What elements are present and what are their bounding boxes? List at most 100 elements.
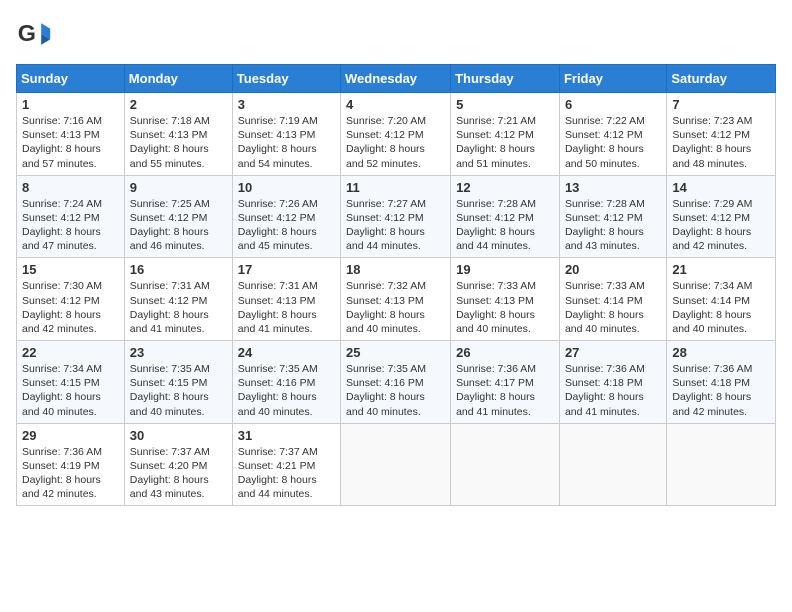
calendar-cell: 20 Sunrise: 7:33 AMSunset: 4:14 PMDayligh…	[559, 258, 666, 341]
cell-details: Sunrise: 7:29 AMSunset: 4:12 PMDaylight:…	[672, 197, 770, 254]
calendar-cell: 15 Sunrise: 7:30 AMSunset: 4:12 PMDayligh…	[17, 258, 125, 341]
day-number: 29	[22, 428, 119, 443]
logo-icon: G	[16, 16, 52, 52]
cell-details: Sunrise: 7:35 AMSunset: 4:16 PMDaylight:…	[238, 362, 335, 419]
logo: G	[16, 16, 56, 52]
calendar-cell: 27Sunrise: 7:36 AMSunset: 4:18 PMDayligh…	[559, 341, 666, 424]
column-header-friday: Friday	[559, 65, 666, 93]
day-number: 5	[456, 97, 554, 112]
day-number: 13	[565, 180, 661, 195]
cell-details: Sunrise: 7:22 AMSunset: 4:12 PMDaylight:…	[565, 114, 661, 171]
day-number: 7	[672, 97, 770, 112]
day-number: 18	[346, 262, 445, 277]
calendar-cell: 29Sunrise: 7:36 AMSunset: 4:19 PMDayligh…	[17, 423, 125, 506]
calendar-cell: 2 Sunrise: 7:18 AMSunset: 4:13 PMDaylight…	[124, 93, 232, 176]
day-number: 9	[130, 180, 227, 195]
day-number: 28	[672, 345, 770, 360]
calendar-cell: 1 Sunrise: 7:16 AMSunset: 4:13 PMDaylight…	[17, 93, 125, 176]
calendar-cell: 25 Sunrise: 7:35 AMSunset: 4:16 PMDayligh…	[341, 341, 451, 424]
cell-details: Sunrise: 7:30 AMSunset: 4:12 PMDaylight:…	[22, 279, 119, 336]
day-number: 30	[130, 428, 227, 443]
cell-details: Sunrise: 7:19 AMSunset: 4:13 PMDaylight:…	[238, 114, 335, 171]
cell-details: Sunrise: 7:36 AMSunset: 4:18 PMDaylight:…	[672, 362, 770, 419]
calendar-cell: 22 Sunrise: 7:34 AMSunset: 4:15 PMDayligh…	[17, 341, 125, 424]
calendar-cell	[451, 423, 560, 506]
cell-details: Sunrise: 7:21 AMSunset: 4:12 PMDaylight:…	[456, 114, 554, 171]
calendar-cell: 7 Sunrise: 7:23 AMSunset: 4:12 PMDaylight…	[667, 93, 776, 176]
column-header-thursday: Thursday	[451, 65, 560, 93]
day-number: 26	[456, 345, 554, 360]
column-header-monday: Monday	[124, 65, 232, 93]
cell-details: Sunrise: 7:35 AMSunset: 4:16 PMDaylight:…	[346, 362, 445, 419]
cell-details: Sunrise: 7:16 AMSunset: 4:13 PMDaylight:…	[22, 114, 119, 171]
svg-text:G: G	[18, 20, 36, 46]
calendar-cell: 3 Sunrise: 7:19 AMSunset: 4:13 PMDaylight…	[232, 93, 340, 176]
day-number: 16	[130, 262, 227, 277]
column-header-saturday: Saturday	[667, 65, 776, 93]
cell-details: Sunrise: 7:33 AMSunset: 4:14 PMDaylight:…	[565, 279, 661, 336]
cell-details: Sunrise: 7:20 AMSunset: 4:12 PMDaylight:…	[346, 114, 445, 171]
page-header: G	[16, 16, 776, 52]
cell-details: Sunrise: 7:28 AMSunset: 4:12 PMDaylight:…	[565, 197, 661, 254]
day-number: 17	[238, 262, 335, 277]
calendar-week-2: 8Sunrise: 7:24 AMSunset: 4:12 PMDaylight…	[17, 175, 776, 258]
cell-details: Sunrise: 7:28 AMSunset: 4:12 PMDaylight:…	[456, 197, 554, 254]
calendar-body: 1 Sunrise: 7:16 AMSunset: 4:13 PMDaylight…	[17, 93, 776, 506]
calendar-cell: 12 Sunrise: 7:28 AMSunset: 4:12 PMDayligh…	[451, 175, 560, 258]
day-number: 25	[346, 345, 445, 360]
calendar-cell: 10 Sunrise: 7:26 AMSunset: 4:12 PMDayligh…	[232, 175, 340, 258]
calendar-cell: 28 Sunrise: 7:36 AMSunset: 4:18 PMDayligh…	[667, 341, 776, 424]
calendar-cell: 9 Sunrise: 7:25 AMSunset: 4:12 PMDaylight…	[124, 175, 232, 258]
calendar-cell	[341, 423, 451, 506]
cell-details: Sunrise: 7:27 AMSunset: 4:12 PMDaylight:…	[346, 197, 445, 254]
cell-details: Sunrise: 7:23 AMSunset: 4:12 PMDaylight:…	[672, 114, 770, 171]
cell-details: Sunrise: 7:31 AMSunset: 4:13 PMDaylight:…	[238, 279, 335, 336]
calendar-cell: 6Sunrise: 7:22 AMSunset: 4:12 PMDaylight…	[559, 93, 666, 176]
calendar-cell: 23Sunrise: 7:35 AMSunset: 4:15 PMDayligh…	[124, 341, 232, 424]
calendar-week-1: 1 Sunrise: 7:16 AMSunset: 4:13 PMDaylight…	[17, 93, 776, 176]
day-number: 20	[565, 262, 661, 277]
calendar-header-row: SundayMondayTuesdayWednesdayThursdayFrid…	[17, 65, 776, 93]
day-number: 12	[456, 180, 554, 195]
day-number: 1	[22, 97, 119, 112]
calendar-cell: 13 Sunrise: 7:28 AMSunset: 4:12 PMDayligh…	[559, 175, 666, 258]
cell-details: Sunrise: 7:26 AMSunset: 4:12 PMDaylight:…	[238, 197, 335, 254]
day-number: 19	[456, 262, 554, 277]
calendar-cell: 16 Sunrise: 7:31 AMSunset: 4:12 PMDayligh…	[124, 258, 232, 341]
day-number: 14	[672, 180, 770, 195]
cell-details: Sunrise: 7:34 AMSunset: 4:15 PMDaylight:…	[22, 362, 119, 419]
day-number: 4	[346, 97, 445, 112]
calendar-week-5: 29Sunrise: 7:36 AMSunset: 4:19 PMDayligh…	[17, 423, 776, 506]
day-number: 11	[346, 180, 445, 195]
cell-details: Sunrise: 7:25 AMSunset: 4:12 PMDaylight:…	[130, 197, 227, 254]
cell-details: Sunrise: 7:37 AMSunset: 4:20 PMDaylight:…	[130, 445, 227, 502]
day-number: 31	[238, 428, 335, 443]
day-number: 22	[22, 345, 119, 360]
cell-details: Sunrise: 7:24 AMSunset: 4:12 PMDaylight:…	[22, 197, 119, 254]
calendar-cell: 8Sunrise: 7:24 AMSunset: 4:12 PMDaylight…	[17, 175, 125, 258]
calendar-cell: 17 Sunrise: 7:31 AMSunset: 4:13 PMDayligh…	[232, 258, 340, 341]
calendar-cell	[667, 423, 776, 506]
day-number: 10	[238, 180, 335, 195]
cell-details: Sunrise: 7:31 AMSunset: 4:12 PMDaylight:…	[130, 279, 227, 336]
cell-details: Sunrise: 7:18 AMSunset: 4:13 PMDaylight:…	[130, 114, 227, 171]
calendar-cell: 4 Sunrise: 7:20 AMSunset: 4:12 PMDaylight…	[341, 93, 451, 176]
calendar-cell: 24Sunrise: 7:35 AMSunset: 4:16 PMDayligh…	[232, 341, 340, 424]
day-number: 15	[22, 262, 119, 277]
day-number: 2	[130, 97, 227, 112]
day-number: 23	[130, 345, 227, 360]
column-header-tuesday: Tuesday	[232, 65, 340, 93]
calendar-cell: 21 Sunrise: 7:34 AMSunset: 4:14 PMDayligh…	[667, 258, 776, 341]
calendar-cell: 31 Sunrise: 7:37 AMSunset: 4:21 PMDayligh…	[232, 423, 340, 506]
cell-details: Sunrise: 7:34 AMSunset: 4:14 PMDaylight:…	[672, 279, 770, 336]
cell-details: Sunrise: 7:37 AMSunset: 4:21 PMDaylight:…	[238, 445, 335, 502]
column-header-sunday: Sunday	[17, 65, 125, 93]
day-number: 21	[672, 262, 770, 277]
day-number: 27	[565, 345, 661, 360]
calendar-cell: 30 Sunrise: 7:37 AMSunset: 4:20 PMDayligh…	[124, 423, 232, 506]
cell-details: Sunrise: 7:33 AMSunset: 4:13 PMDaylight:…	[456, 279, 554, 336]
calendar-cell: 5 Sunrise: 7:21 AMSunset: 4:12 PMDaylight…	[451, 93, 560, 176]
day-number: 3	[238, 97, 335, 112]
calendar-week-3: 15 Sunrise: 7:30 AMSunset: 4:12 PMDayligh…	[17, 258, 776, 341]
calendar-cell: 14 Sunrise: 7:29 AMSunset: 4:12 PMDayligh…	[667, 175, 776, 258]
